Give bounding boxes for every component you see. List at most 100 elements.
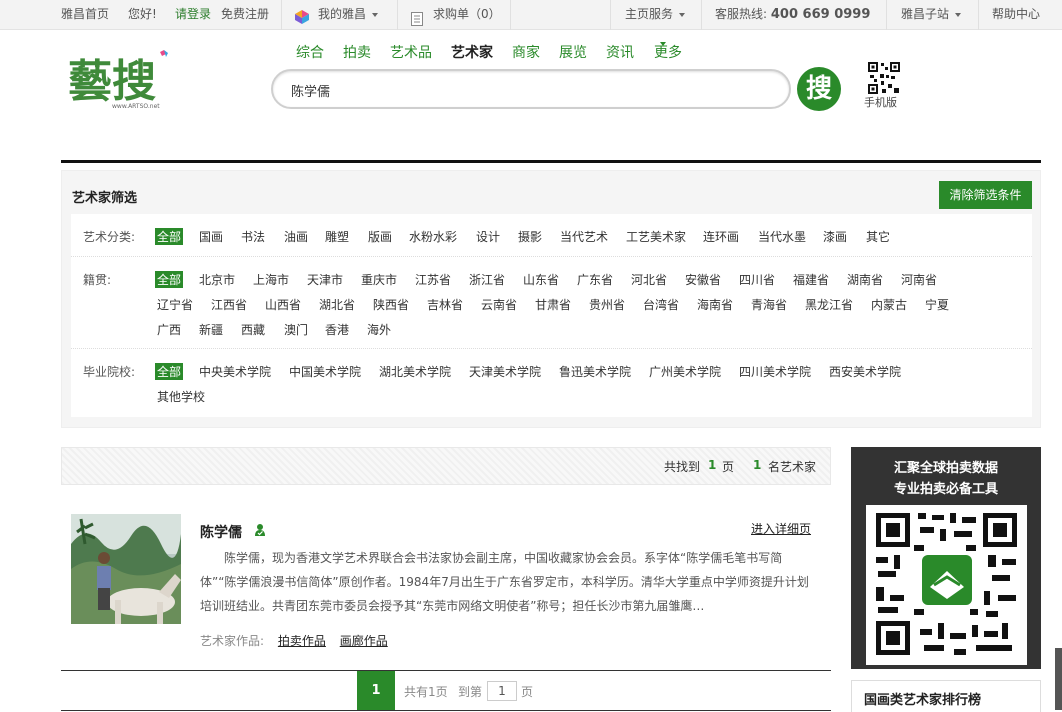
filter-title: 艺术家筛选 <box>72 191 138 206</box>
filter-option[interactable]: 当代水墨 <box>758 228 806 245</box>
nav-item-auction[interactable]: 拍卖 <box>343 42 371 62</box>
search-input[interactable] <box>291 79 771 101</box>
filter-option[interactable]: 上海市 <box>253 271 289 288</box>
filter-option[interactable]: 设计 <box>476 228 500 245</box>
verified-user-icon <box>254 523 266 537</box>
filter-option[interactable]: 鲁迅美术学院 <box>559 363 631 380</box>
filter-option[interactable]: 其他学校 <box>157 388 205 405</box>
nav-more-label: 更多 <box>654 45 682 61</box>
qr-code-icon[interactable] <box>868 62 900 94</box>
divider <box>397 0 398 30</box>
my-artron-menu[interactable]: 我的雅昌 <box>318 0 379 30</box>
filter-option[interactable]: 内蒙古 <box>871 296 907 313</box>
filter-option[interactable]: 广州美术学院 <box>649 363 721 380</box>
artist-bio: 陈学儒，现为香港文学艺术界联合会书法家协会副主席，中国收藏家协会会员。系字体“陈… <box>200 551 809 613</box>
substations-menu[interactable]: 雅昌子站 <box>901 0 962 30</box>
nav-item-exhibition[interactable]: 展览 <box>559 42 587 62</box>
register-link[interactable]: 免费注册 <box>221 0 269 30</box>
filter-option[interactable]: 摄影 <box>518 228 542 245</box>
filter-option[interactable]: 河南省 <box>901 271 937 288</box>
filter-option[interactable]: 陕西省 <box>373 296 409 313</box>
filter-option[interactable]: 湖北省 <box>319 296 355 313</box>
filter-option[interactable]: 广东省 <box>577 271 613 288</box>
filter-option[interactable]: 云南省 <box>481 296 517 313</box>
filter-option[interactable]: 青海省 <box>751 296 787 313</box>
filter-option[interactable]: 安徽省 <box>685 271 721 288</box>
filter-option[interactable]: 山西省 <box>265 296 301 313</box>
filter-option[interactable]: 福建省 <box>793 271 829 288</box>
filter-option[interactable]: 当代艺术 <box>560 228 608 245</box>
home-link[interactable]: 雅昌首页 <box>61 0 109 30</box>
filter-option[interactable]: 黑龙江省 <box>805 296 853 313</box>
nav-item-artist[interactable]: 艺术家 <box>451 42 493 62</box>
services-label: 主页服务 <box>625 7 674 21</box>
artist-photo[interactable] <box>71 514 181 624</box>
auction-app-ad[interactable]: 汇聚全球拍卖数据 专业拍卖必备工具 <box>851 447 1041 669</box>
filter-option[interactable]: 其它 <box>866 228 890 245</box>
filter-option[interactable]: 湖北美术学院 <box>379 363 451 380</box>
filter-option[interactable]: 西安美术学院 <box>829 363 901 380</box>
filter-option[interactable]: 西藏 <box>241 321 265 338</box>
nav-item-artwork[interactable]: 艺术品 <box>390 42 432 62</box>
page-number-input[interactable] <box>487 681 517 701</box>
wishlist-count: （0） <box>469 7 501 21</box>
filter-option[interactable]: 工艺美术家 <box>626 228 686 245</box>
filter-option[interactable]: 水粉水彩 <box>409 228 457 245</box>
filter-option[interactable]: 宁夏 <box>925 296 949 313</box>
ranking-title: 国画类艺术家排行榜 <box>864 693 982 708</box>
filter-option[interactable]: 中国美术学院 <box>289 363 361 380</box>
filter-option[interactable]: 书法 <box>241 228 265 245</box>
clear-filter-button[interactable]: 清除筛选条件 <box>939 181 1032 209</box>
filter-option[interactable]: 四川省 <box>739 271 775 288</box>
page-button-current[interactable]: 1 <box>357 671 395 710</box>
filter-option[interactable]: 天津市 <box>307 271 343 288</box>
nav-item-news[interactable]: 资讯 <box>606 42 634 62</box>
filter-option[interactable]: 雕塑 <box>325 228 349 245</box>
filter-option[interactable]: 台湾省 <box>643 296 679 313</box>
filter-option[interactable]: 湖南省 <box>847 271 883 288</box>
filter-option[interactable]: 四川美术学院 <box>739 363 811 380</box>
filter-option[interactable]: 全部 <box>155 271 184 288</box>
filter-option[interactable]: 江苏省 <box>415 271 451 288</box>
filter-option[interactable]: 油画 <box>284 228 308 245</box>
filter-option[interactable]: 江西省 <box>211 296 247 313</box>
nav-item-all[interactable]: 综合 <box>296 42 324 62</box>
filter-option[interactable]: 辽宁省 <box>157 296 193 313</box>
filter-option[interactable]: 澳门 <box>284 321 308 338</box>
filter-option[interactable]: 版画 <box>368 228 392 245</box>
filter-option[interactable]: 山东省 <box>523 271 559 288</box>
filter-option[interactable]: 贵州省 <box>589 296 625 313</box>
filter-option[interactable]: 海外 <box>367 321 391 338</box>
filter-option[interactable]: 新疆 <box>199 321 223 338</box>
filter-option[interactable]: 吉林省 <box>427 296 463 313</box>
filter-option[interactable]: 中央美术学院 <box>199 363 271 380</box>
artso-logo[interactable]: 藝搜 www.ARTSO.net <box>68 46 172 112</box>
filter-option[interactable]: 河北省 <box>631 271 667 288</box>
filter-option[interactable]: 天津美术学院 <box>469 363 541 380</box>
filter-option[interactable]: 重庆市 <box>361 271 397 288</box>
artist-name[interactable]: 陈学儒 <box>200 522 242 542</box>
help-link[interactable]: 帮助中心 <box>992 0 1040 30</box>
mobile-version-label[interactable]: 手机版 <box>864 94 897 110</box>
filter-option[interactable]: 全部 <box>155 228 184 245</box>
filter-option[interactable]: 广西 <box>157 321 181 338</box>
gallery-works-link[interactable]: 画廊作品 <box>340 634 388 648</box>
filter-option[interactable]: 北京市 <box>199 271 235 288</box>
filter-option[interactable]: 香港 <box>325 321 349 338</box>
filter-option[interactable]: 浙江省 <box>469 271 505 288</box>
scrollbar-thumb[interactable] <box>1055 648 1062 710</box>
filter-option[interactable]: 海南省 <box>697 296 733 313</box>
filter-option[interactable]: 甘肃省 <box>535 296 571 313</box>
filter-option[interactable]: 国画 <box>199 228 223 245</box>
search-button[interactable]: 搜 <box>797 67 841 111</box>
artist-detail-link[interactable]: 进入详细页 <box>751 520 811 537</box>
results-found-label: 共找到 <box>664 460 701 474</box>
filter-option[interactable]: 全部 <box>155 363 184 380</box>
auction-works-link[interactable]: 拍卖作品 <box>278 634 326 648</box>
wishlist-link[interactable]: 求购单（0） <box>433 0 501 30</box>
filter-option[interactable]: 连环画 <box>703 228 739 245</box>
services-menu[interactable]: 主页服务 <box>625 0 686 30</box>
login-link[interactable]: 请登录 <box>175 0 211 30</box>
nav-item-merchant[interactable]: 商家 <box>512 42 540 62</box>
filter-option[interactable]: 漆画 <box>823 228 847 245</box>
